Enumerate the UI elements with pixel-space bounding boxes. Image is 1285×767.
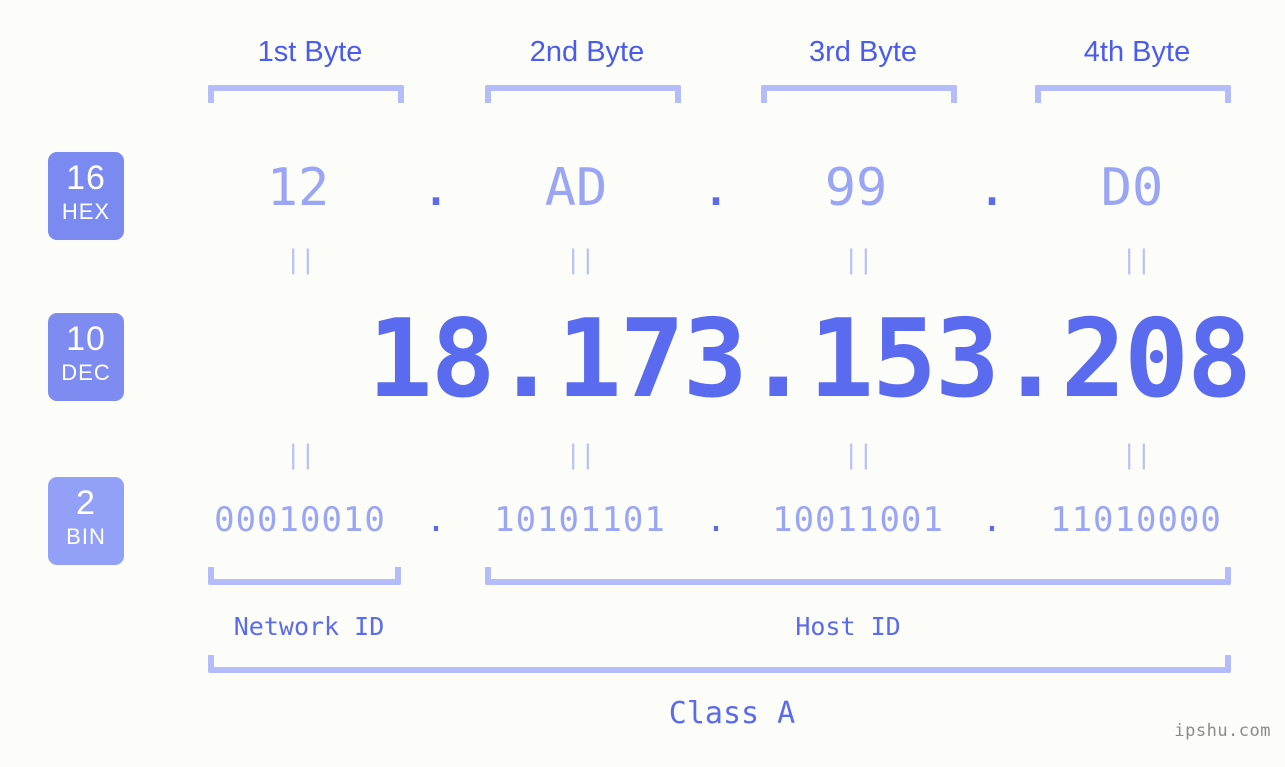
dec-value-4: 208 bbox=[1060, 296, 1252, 422]
binary-value-4: 11010000 bbox=[1050, 500, 1222, 540]
equals-mark-hex-dec-4: || bbox=[1121, 245, 1151, 275]
hex-value-4: D0 bbox=[1100, 158, 1164, 218]
host-id-label: Host ID bbox=[795, 612, 901, 641]
binary-value-3: 10011001 bbox=[772, 500, 944, 540]
dec-value-3: 153 bbox=[808, 296, 1000, 422]
equals-mark-dec-bin-2: || bbox=[565, 440, 595, 470]
dec-value-2: 173 bbox=[556, 296, 748, 422]
binary-value-2: 10101101 bbox=[494, 500, 666, 540]
byte-bracket-top-2 bbox=[485, 85, 681, 103]
dec-separator-3: . bbox=[997, 296, 1063, 422]
base-badge-dec-number: 10 bbox=[66, 320, 106, 358]
byte-header-label-3: 3rd Byte bbox=[809, 36, 917, 68]
hex-value-3: 99 bbox=[824, 158, 888, 218]
binary-separator-2: . bbox=[705, 500, 727, 540]
base-badge-hex-number: 16 bbox=[66, 159, 106, 197]
hex-separator-3: . bbox=[976, 158, 1008, 218]
base-badge-bin-name: BIN bbox=[66, 524, 106, 549]
base-badge-dec-name: DEC bbox=[61, 360, 111, 385]
equals-mark-dec-bin-3: || bbox=[843, 440, 873, 470]
hex-value-1: 12 bbox=[266, 158, 330, 218]
base-badge-bin-number: 2 bbox=[76, 484, 96, 522]
binary-value-1: 00010010 bbox=[214, 500, 386, 540]
byte-bracket-top-1 bbox=[208, 85, 404, 103]
hex-value-2: AD bbox=[544, 158, 608, 218]
dec-separator-2: . bbox=[745, 296, 811, 422]
equals-mark-hex-dec-3: || bbox=[843, 245, 873, 275]
site-watermark: ipshu.com bbox=[1174, 721, 1271, 741]
hex-separator-2: . bbox=[700, 158, 732, 218]
base-badge-hex-name: HEX bbox=[61, 199, 111, 224]
byte-header-label-2: 2nd Byte bbox=[529, 36, 645, 68]
equals-mark-hex-dec-2: || bbox=[565, 245, 595, 275]
base-badge-dec: 10 DEC bbox=[48, 313, 124, 401]
byte-bracket-top-3 bbox=[761, 85, 957, 103]
network-id-bracket bbox=[208, 567, 401, 585]
class-label: Class A bbox=[668, 696, 796, 731]
binary-separator-1: . bbox=[425, 500, 447, 540]
dec-value-1: 18 bbox=[367, 296, 496, 422]
byte-header-label-1: 1st Byte bbox=[257, 36, 363, 68]
hex-separator-1: . bbox=[420, 158, 452, 218]
binary-separator-3: . bbox=[981, 500, 1003, 540]
dec-separator-1: . bbox=[493, 296, 559, 422]
ip-address-breakdown-diagram: 1st Byte 2nd Byte 3rd Byte 4th Byte 16 H… bbox=[0, 0, 1285, 767]
decimal-ip-address: 18 . 173 . 153 . 208 bbox=[190, 297, 1252, 422]
class-bracket bbox=[208, 655, 1231, 673]
base-badge-hex: 16 HEX bbox=[48, 152, 124, 240]
base-badge-bin: 2 BIN bbox=[48, 477, 124, 565]
equals-mark-hex-dec-1: || bbox=[285, 245, 315, 275]
byte-bracket-top-4 bbox=[1035, 85, 1231, 103]
network-id-label: Network ID bbox=[233, 612, 385, 641]
equals-mark-dec-bin-4: || bbox=[1121, 440, 1151, 470]
byte-header-label-4: 4th Byte bbox=[1083, 36, 1191, 68]
host-id-bracket bbox=[485, 567, 1231, 585]
equals-mark-dec-bin-1: || bbox=[285, 440, 315, 470]
